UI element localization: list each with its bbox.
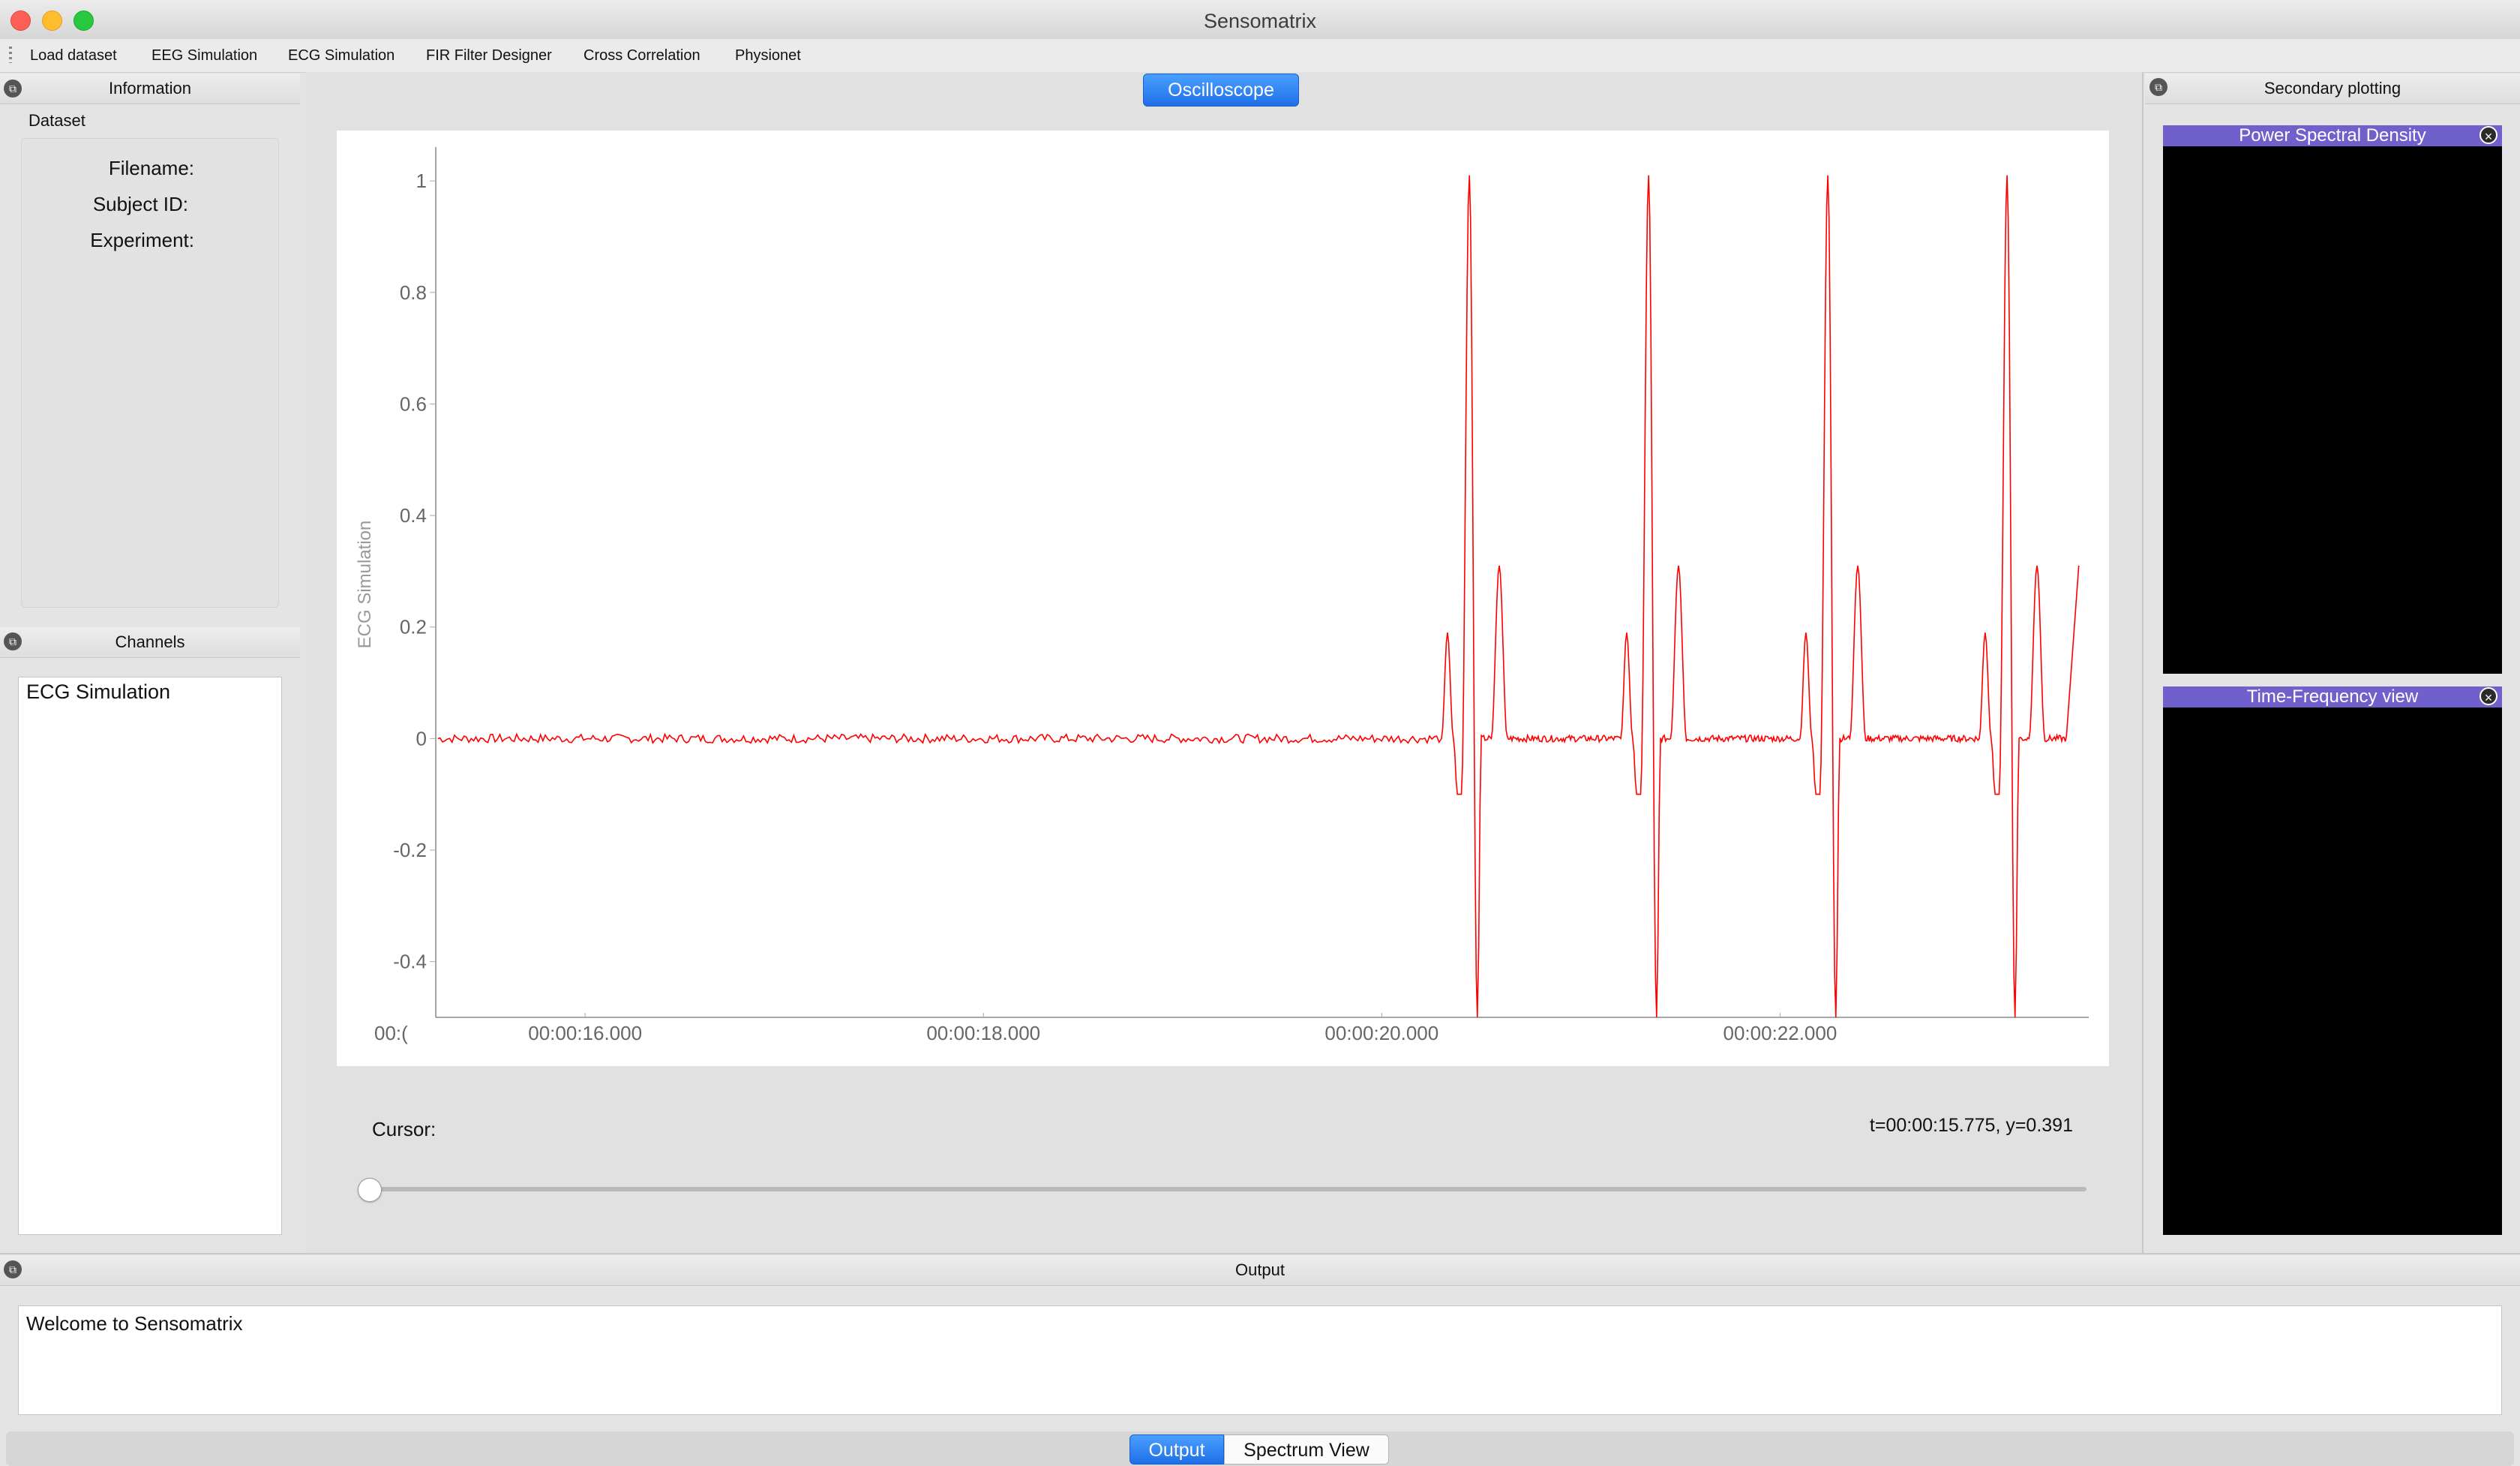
time-frequency-title-bar: Time-Frequency view bbox=[2163, 686, 2502, 707]
output-float-icon[interactable]: ⧉ bbox=[4, 1260, 22, 1278]
subject-id-label: Subject ID: bbox=[92, 193, 188, 215]
bottom-splitter[interactable] bbox=[0, 1253, 2520, 1254]
channels-list[interactable]: ECG Simulation bbox=[18, 677, 282, 1235]
menu-cross-correlation[interactable]: Cross Correlation bbox=[584, 39, 700, 72]
y-tick-label: -0.2 bbox=[393, 839, 427, 861]
output-dock-header: Output bbox=[0, 1255, 2520, 1286]
y-tick-label: -0.4 bbox=[393, 951, 427, 973]
information-float-icon[interactable]: ⧉ bbox=[4, 80, 22, 98]
channel-item-ecg-simulation[interactable]: ECG Simulation bbox=[26, 680, 170, 704]
splitter[interactable] bbox=[2142, 72, 2144, 1253]
menu-bar: Load dataset EEG Simulation ECG Simulati… bbox=[0, 39, 2520, 73]
menu-physionet[interactable]: Physionet bbox=[735, 39, 801, 72]
tab-oscilloscope[interactable]: Oscilloscope bbox=[1143, 74, 1299, 107]
dataset-group-box: Filename: Subject ID: Experiment: bbox=[21, 138, 279, 608]
x-tick-label: 00:00:18.000 bbox=[926, 1022, 1040, 1044]
y-tick-label: 0.6 bbox=[400, 392, 427, 415]
information-dock-title: Information bbox=[108, 79, 192, 98]
menu-ecg-simulation[interactable]: ECG Simulation bbox=[288, 39, 394, 72]
y-tick-label: 0 bbox=[416, 727, 427, 750]
information-dock-header: Information bbox=[0, 74, 300, 104]
title-bar: Sensomatrix bbox=[0, 0, 2520, 40]
channels-float-icon[interactable]: ⧉ bbox=[4, 632, 22, 650]
psd-close-icon[interactable]: × bbox=[2480, 126, 2498, 144]
time-frequency-title: Time-Frequency view bbox=[2246, 686, 2419, 707]
time-slider-track[interactable] bbox=[368, 1187, 2086, 1191]
psd-plot[interactable] bbox=[2163, 146, 2502, 674]
experiment-label: Experiment: bbox=[90, 229, 194, 251]
menu-eeg-simulation[interactable]: EEG Simulation bbox=[152, 39, 257, 72]
window-title: Sensomatrix bbox=[1203, 10, 1317, 32]
secondary-dock-header: Secondary plotting bbox=[2145, 74, 2520, 104]
channels-dock-header: Channels bbox=[0, 627, 300, 658]
time-frequency-close-icon[interactable]: × bbox=[2480, 687, 2498, 705]
channels-dock-title: Channels bbox=[115, 632, 185, 651]
cursor-label: Cursor: bbox=[372, 1118, 436, 1140]
secondary-dock-title: Secondary plotting bbox=[2264, 79, 2402, 98]
ecg-chart-svg: ECG Simulation 1 0.8 0.6 0.4 0.2 0 -0.2 -0.4 00… bbox=[355, 147, 2089, 1044]
time-slider-handle[interactable] bbox=[358, 1178, 382, 1202]
output-console[interactable]: Welcome to Sensomatrix bbox=[18, 1305, 2502, 1415]
x-tick-label: 00:00:22.000 bbox=[1724, 1022, 1838, 1044]
x-tick-label-clipped: 00:( bbox=[374, 1022, 408, 1044]
oscilloscope-chart[interactable]: ECG Simulation 1 0.8 0.6 0.4 0.2 0 -0.2 -0.4 00… bbox=[337, 131, 2109, 1066]
secondary-float-icon[interactable]: ⧉ bbox=[2150, 78, 2168, 96]
output-message: Welcome to Sensomatrix bbox=[26, 1312, 243, 1335]
output-dock-title: Output bbox=[1234, 1260, 1286, 1279]
psd-title: Power Spectral Density bbox=[2239, 125, 2426, 146]
filename-label: Filename: bbox=[108, 157, 194, 179]
tab-output[interactable]: Output bbox=[1130, 1434, 1224, 1464]
y-axis-label: ECG Simulation bbox=[355, 521, 375, 649]
toolbar-grip-icon[interactable] bbox=[9, 47, 12, 63]
y-tick-label: 1 bbox=[416, 170, 427, 192]
tab-spectrum-view[interactable]: Spectrum View bbox=[1224, 1434, 1389, 1464]
y-tick-label: 0.4 bbox=[400, 504, 427, 527]
psd-title-bar: Power Spectral Density bbox=[2163, 125, 2502, 146]
y-tick-label: 0.8 bbox=[400, 281, 427, 304]
time-frequency-plot[interactable] bbox=[2163, 707, 2502, 1235]
menu-load-dataset[interactable]: Load dataset bbox=[30, 39, 117, 72]
y-tick-label: 0.2 bbox=[400, 616, 427, 638]
x-tick-label: 00:00:20.000 bbox=[1324, 1022, 1438, 1044]
ecg-trace-line bbox=[437, 175, 2080, 1018]
cursor-readout: t=00:00:15.775, y=0.391 bbox=[1869, 1115, 2073, 1136]
menu-fir-filter-designer[interactable]: FIR Filter Designer bbox=[426, 39, 552, 72]
dataset-section-label: Dataset bbox=[28, 111, 86, 130]
x-tick-label: 00:00:16.000 bbox=[528, 1022, 642, 1044]
